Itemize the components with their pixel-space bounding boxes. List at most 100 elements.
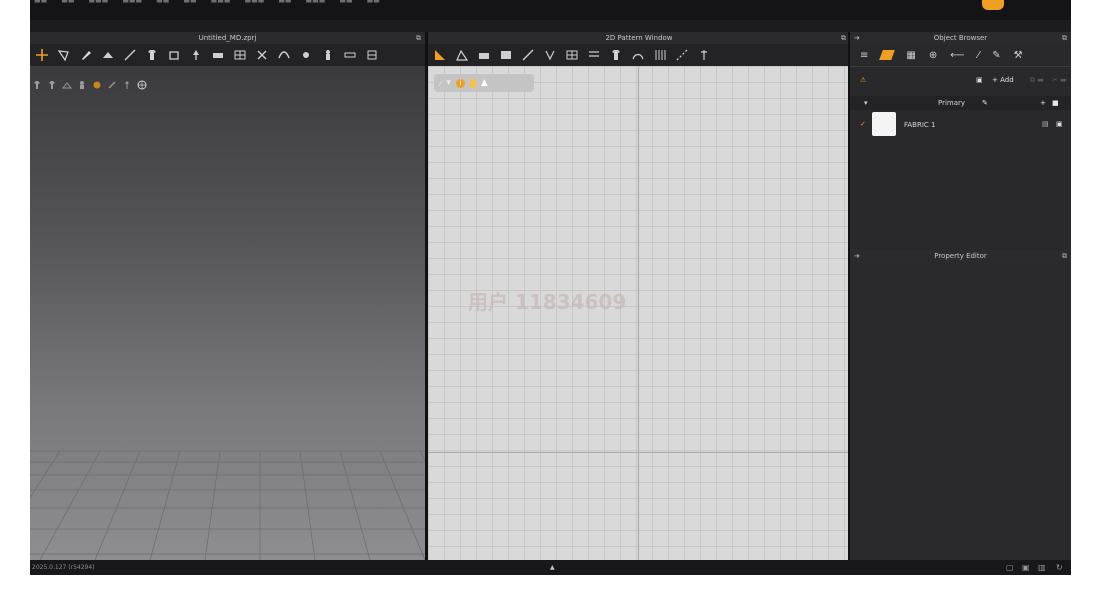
file-title: Untitled_MD.zprj xyxy=(198,34,257,42)
viewport-toolbar xyxy=(30,44,425,66)
refresh-icon[interactable]: ↻ xyxy=(1056,560,1063,575)
garment-visible-icon[interactable]: ▾ xyxy=(446,78,451,88)
seam-allowance-icon[interactable] xyxy=(586,47,602,63)
brush-icon[interactable] xyxy=(78,47,94,63)
select-mesh-icon[interactable] xyxy=(56,47,72,63)
object-browser-title-bar: ➔ Object Browser ⧉ xyxy=(850,32,1071,44)
fold-icon[interactable] xyxy=(100,47,116,63)
polygon-icon[interactable] xyxy=(476,47,492,63)
fabric-list-item[interactable]: ✓ FABRIC 1 ▤ ▣ xyxy=(850,112,1071,138)
avatar-tool-icon[interactable] xyxy=(320,47,336,63)
smooth-icon[interactable] xyxy=(276,47,292,63)
pin-icon[interactable]: ✎ xyxy=(992,50,1000,61)
tack-icon[interactable] xyxy=(210,47,226,63)
watermark: 用户 11834609 xyxy=(468,290,627,314)
menu-3d[interactable]: ▬▬▬ xyxy=(88,0,108,5)
menu-2d[interactable]: ▬▬▬ xyxy=(122,0,142,5)
fabric-swatch[interactable] xyxy=(872,112,896,136)
pattern-canvas[interactable]: ⁄ ▾ i ▲ 用户 11834609 xyxy=(428,66,848,560)
restore-icon[interactable]: ⧉ xyxy=(1062,32,1067,44)
add-fabric-button[interactable]: + Add xyxy=(992,76,1014,84)
warning-icon[interactable]: ⚠ xyxy=(860,76,866,84)
fabric-check-icon[interactable]: ✓ xyxy=(860,120,866,128)
move-icon[interactable] xyxy=(34,47,50,63)
layout-single-icon[interactable]: ▢ xyxy=(1006,560,1014,575)
primary-colorway-row[interactable]: ▾ Primary ✎ + ■ xyxy=(850,96,1071,110)
object-browser: ≡ ▦ ⊕ ⟵ ⁄ ✎ ⚒ ⚠ ▣ + Add ⧉ ▬ ✂ ▬ ▾ Primar… xyxy=(850,44,1071,250)
menu-settings[interactable]: ▬▬ xyxy=(339,0,352,5)
point-icon[interactable] xyxy=(298,47,314,63)
sewing-icon[interactable] xyxy=(630,47,646,63)
app-window: ▬▬ ▬▬ ▬▬▬ ▬▬▬ ▬▬ ▬▬ ▬▬▬ ▬▬▬ ▬▬ ▬▬▬ ▬▬ ▬▬… xyxy=(30,0,1071,575)
vertical-axis xyxy=(638,66,639,560)
add-colorway-icon[interactable]: + xyxy=(1040,96,1046,110)
grid-tool-icon[interactable] xyxy=(232,47,248,63)
restore-icon[interactable]: ⧉ xyxy=(841,32,846,44)
menu-garment[interactable]: ▬▬▬ xyxy=(244,0,264,5)
menu-avatar[interactable]: ▬▬▬ xyxy=(211,0,231,5)
edit-pencil-icon[interactable]: ✎ xyxy=(982,96,988,110)
remove-icon[interactable]: ✂ ▬ xyxy=(1052,76,1067,84)
menu-edit[interactable]: ▬▬ xyxy=(61,0,74,5)
topstitch-icon[interactable]: ⟵ xyxy=(950,50,964,61)
folder-icon[interactable]: ■ xyxy=(1052,96,1059,110)
measure-icon[interactable] xyxy=(696,47,712,63)
trace-icon[interactable] xyxy=(166,47,182,63)
pattern-icon[interactable]: ▦ xyxy=(906,50,915,61)
rectangle-icon[interactable] xyxy=(498,47,514,63)
tape-icon[interactable] xyxy=(364,47,380,63)
menu-help[interactable]: ▬▬ xyxy=(367,0,380,5)
dart-icon[interactable] xyxy=(542,47,558,63)
list-icon[interactable]: ≡ xyxy=(860,50,868,61)
copy-icon[interactable]: ⧉ ▬ xyxy=(1030,76,1044,85)
menu-preferences[interactable]: ▬▬▬ xyxy=(306,0,326,5)
horizontal-axis xyxy=(428,452,848,453)
import-fabric-icon[interactable]: ▣ xyxy=(976,76,983,84)
restore-icon[interactable]: ⧉ xyxy=(1062,250,1067,262)
floor-grid xyxy=(30,450,425,560)
texture-visible-icon[interactable] xyxy=(469,78,476,88)
primary-label: Primary xyxy=(938,99,966,107)
pleat-icon[interactable] xyxy=(652,47,668,63)
version-label: 2025.0.127 (r54294) xyxy=(32,564,95,571)
menu-display[interactable]: ▬▬ xyxy=(278,0,291,5)
button-icon[interactable]: ⊕ xyxy=(929,50,937,61)
pin-panel-icon[interactable]: ➔ xyxy=(854,250,860,262)
garment-icon[interactable] xyxy=(144,47,160,63)
tab-divider xyxy=(850,66,1071,67)
menu-materials[interactable]: ▬▬ xyxy=(183,0,196,5)
segment-icon[interactable] xyxy=(122,47,138,63)
status-bar: 2025.0.127 (r54294) ▲ ▢ ▣ ▥ ↻ xyxy=(30,560,1071,575)
transform-pattern-icon[interactable] xyxy=(432,47,448,63)
collapse-arrow-icon[interactable]: ▾ xyxy=(864,96,868,110)
internal-line-icon[interactable] xyxy=(520,47,536,63)
hanger-icon[interactable]: ⚒ xyxy=(1014,50,1023,61)
grid-pattern-icon[interactable] xyxy=(564,47,580,63)
fabric-property-icon[interactable]: ▤ xyxy=(1042,120,1049,128)
3d-viewport[interactable] xyxy=(30,66,425,560)
fabric-name: FABRIC 1 xyxy=(904,121,936,129)
menu-sewing[interactable]: ▬▬ xyxy=(156,0,169,5)
pattern-toolbar xyxy=(428,44,850,66)
object-browser-actions: ⚠ ▣ + Add ⧉ ▬ ✂ ▬ xyxy=(850,76,1071,90)
garment-color-icon[interactable]: ▲ xyxy=(481,78,488,88)
pin-tool-icon[interactable] xyxy=(188,47,204,63)
pattern-window-title: 2D Pattern Window xyxy=(605,34,673,42)
garment-pattern-icon[interactable] xyxy=(608,47,624,63)
layout-split-icon[interactable]: ▣ xyxy=(1022,560,1030,575)
restore-icon[interactable]: ⧉ xyxy=(416,32,421,44)
fabric-lock-icon[interactable]: ▣ xyxy=(1056,120,1063,128)
ruler-icon[interactable] xyxy=(342,47,358,63)
edit-pattern-icon[interactable] xyxy=(454,47,470,63)
cross-tool-icon[interactable] xyxy=(254,47,270,63)
layout-grid-icon[interactable]: ▥ xyxy=(1038,560,1046,575)
status-indicator-icon[interactable]: ▲ xyxy=(550,560,555,575)
pin-visible-icon[interactable]: ⁄ xyxy=(440,79,441,88)
pin-panel-icon[interactable]: ➔ xyxy=(854,32,860,44)
viewport-title-bar: Untitled_MD.zprj ⧉ xyxy=(30,32,425,44)
info-icon[interactable]: i xyxy=(455,78,465,88)
fabric-icon[interactable] xyxy=(879,50,896,60)
menu-file[interactable]: ▬▬ xyxy=(34,0,47,5)
stitch-icon[interactable] xyxy=(674,47,690,63)
needle-icon[interactable]: ⁄ xyxy=(978,50,980,61)
